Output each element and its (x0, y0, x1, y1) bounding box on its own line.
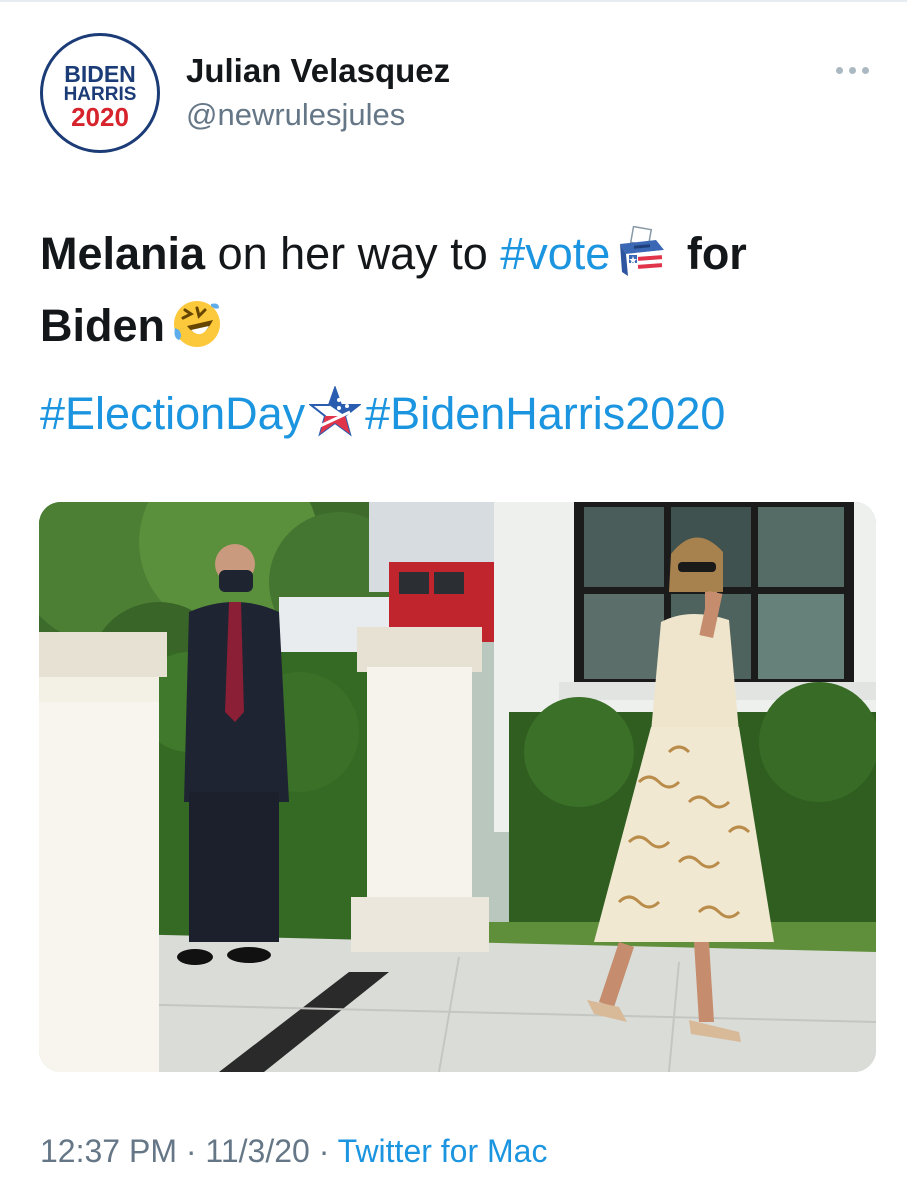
hashtags-line: #ElectionDay #BidenHarris2020 (40, 382, 890, 446)
ballot-box-emoji (616, 225, 668, 278)
tweet-bold-name: Melania (40, 228, 206, 279)
rolling-on-floor-laughing-emoji (171, 298, 223, 350)
tweet-text-for: for (674, 228, 747, 279)
hashtag-vote[interactable]: #vote (500, 228, 610, 279)
tweet-text-biden: Biden (40, 300, 166, 351)
more-options-icon[interactable] (833, 55, 873, 85)
more-dot (849, 67, 856, 74)
top-divider (0, 0, 907, 2)
tweet-source-link[interactable]: Twitter for Mac (338, 1133, 548, 1169)
hashtag-bidenharris2020[interactable]: #BidenHarris2020 (365, 388, 725, 439)
user-handle[interactable]: @newrulesjules (186, 97, 405, 133)
footer-separator: · (176, 1133, 206, 1169)
patriotic-star-emoji (308, 384, 363, 438)
tweet-text: Melania on her way to #vote for Biden (40, 218, 880, 362)
more-dot (862, 67, 869, 74)
footer-separator: · (309, 1133, 338, 1169)
tweet-footer: 12:37 PM · 11/3/20 · Twitter for Mac (40, 1133, 547, 1170)
avatar[interactable]: BIDEN HARRIS 2020 (40, 33, 160, 153)
avatar-line-3: 2020 (71, 102, 129, 132)
display-name[interactable]: Julian Velasquez (186, 52, 450, 90)
avatar-line-1: BIDEN (64, 61, 136, 87)
tweet-photo[interactable] (39, 502, 876, 1072)
tweet-date[interactable]: 11/3/20 (205, 1133, 309, 1169)
tweet-time[interactable]: 12:37 PM (40, 1133, 177, 1169)
photo-scene (39, 502, 876, 1072)
more-dot (836, 67, 843, 74)
tweet-text-part: on her way to (205, 228, 501, 279)
hashtag-electionday[interactable]: #ElectionDay (40, 388, 305, 439)
